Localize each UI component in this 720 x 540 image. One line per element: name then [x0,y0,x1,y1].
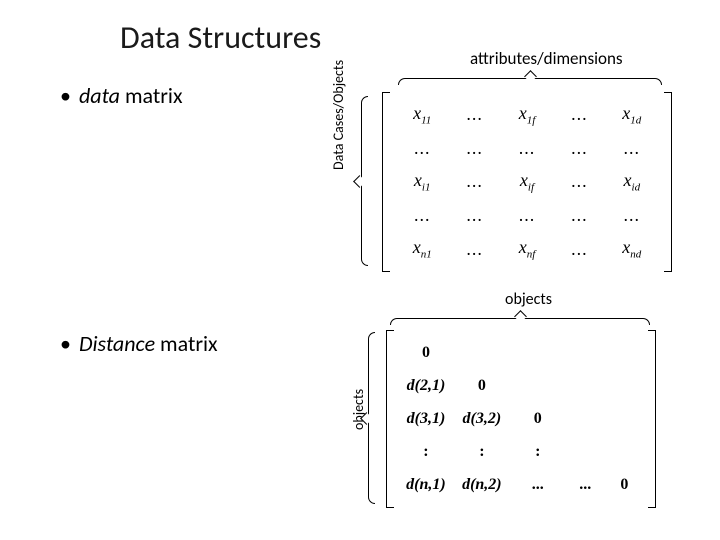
matrix-cell: : [479,443,484,461]
matrix-cell: d(2,1) [407,377,446,395]
matrix-cell: ... [519,205,536,226]
matrix-cell: xid [624,170,641,194]
matrix-cell: ... [466,171,483,192]
matrix-cell: ... [579,476,591,494]
matrix-cell: ... [624,138,641,159]
matrix-cell: ... [466,104,483,125]
brace-left-2-icon [362,332,376,504]
label-objects: objects [505,290,552,309]
brace-left-1-icon [355,96,369,266]
matrix-cell: d(3,2) [463,410,502,428]
matrix-cell: 0 [534,410,542,428]
brace-top-2-icon [390,312,650,326]
matrix-cell: xn1 [413,237,432,261]
left-bracket-icon [386,330,394,508]
data-matrix: x11... x1f... x1d............... xi1... xif.… [382,92,672,272]
matrix-cell: x11 [413,103,431,127]
slide-title: Data Structures [120,18,321,57]
matrix-cell: : [423,443,428,461]
matrix-cell: x1f [519,103,536,127]
matrix-cell: 0 [422,344,430,362]
matrix-cell: 0 [620,476,628,494]
matrix-cell: xif [520,170,534,194]
matrix-cell: d(n,2) [462,476,502,494]
bullet-dot-icon: • [60,82,71,109]
matrix-cell: ... [414,205,431,226]
matrix-cell: ... [519,138,536,159]
label-data-cases-objects: Data Cases/Objects [330,60,347,170]
matrix-cell: ... [571,205,588,226]
label-attributes-dimensions: attributes/dimensions [470,48,623,69]
bullet-distance-matrix: • Distance matrix [60,330,218,357]
left-bracket-icon [382,92,390,272]
bullet1-rest: matrix [120,82,183,109]
matrix-cell: ... [571,171,588,192]
matrix-cell: ... [414,138,431,159]
matrix-cell: ... [466,239,483,260]
matrix-cell: xnd [622,237,641,261]
matrix-cell: x1d [622,103,641,127]
matrix-cell: ... [571,104,588,125]
bullet1-emph: data [79,82,120,109]
right-bracket-icon [648,330,656,508]
matrix-cell: d(3,1) [407,410,446,428]
bullet-dot-icon: • [60,330,71,357]
matrix-cell: d(n,1) [406,476,446,494]
right-bracket-icon [664,92,672,272]
matrix-cell: ... [624,205,641,226]
matrix-cell: : [535,443,540,461]
matrix-cell: ... [466,138,483,159]
brace-top-icon [398,72,662,86]
matrix-cell: ... [466,205,483,226]
bullet2-emph: Distance [79,330,155,357]
matrix-cell: xnf [519,237,536,261]
matrix-cell: 0 [478,377,486,395]
matrix-cell: xi1 [414,170,431,194]
matrix-cell: ... [571,239,588,260]
matrix-cell: ... [571,138,588,159]
bullet-data-matrix: • data matrix [60,82,182,109]
bullet2-rest: matrix [155,330,218,357]
matrix-cell: ... [532,476,544,494]
distance-matrix: 0d(2,1)0d(3,1)d(3,2)0:::d(n,1)d(n,2)....… [386,330,656,508]
